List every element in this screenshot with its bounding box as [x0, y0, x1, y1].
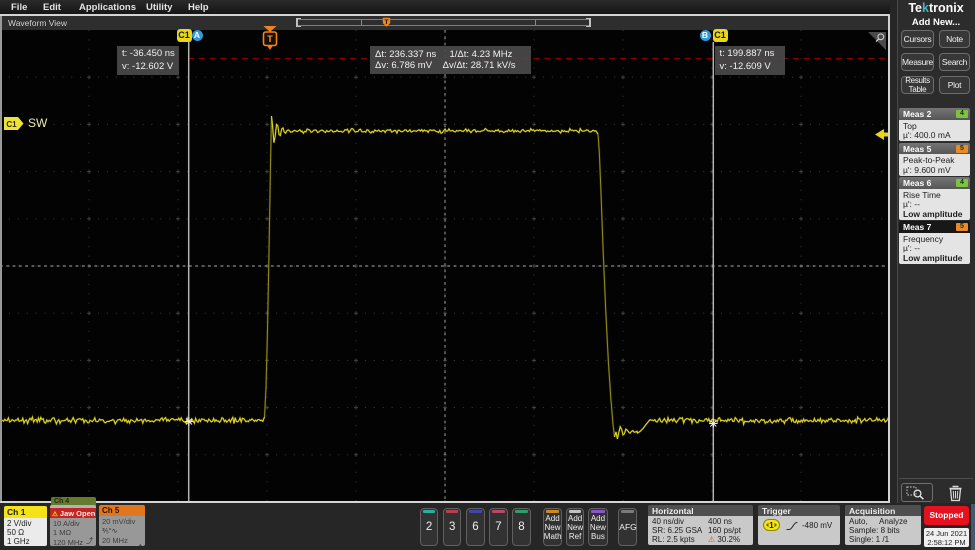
svg-text:C1: C1	[6, 120, 17, 129]
svg-text:T: T	[385, 19, 389, 26]
svg-text:1: 1	[769, 521, 774, 530]
svg-text:T: T	[267, 34, 273, 44]
